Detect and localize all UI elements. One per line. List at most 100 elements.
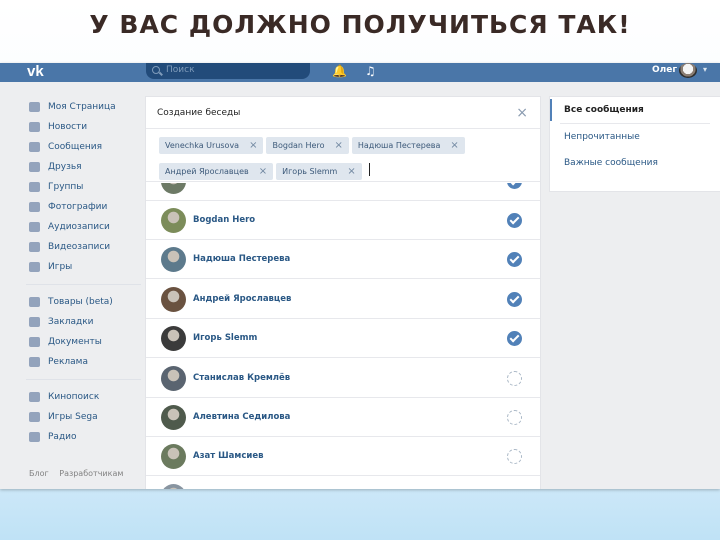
list-item[interactable]: Игорь Slemm bbox=[146, 319, 540, 358]
home-icon bbox=[29, 102, 40, 112]
filter-all-messages[interactable]: Все сообщения bbox=[550, 97, 720, 123]
camera-icon bbox=[29, 202, 40, 212]
checked-icon[interactable] bbox=[507, 183, 522, 189]
panel-title: Создание беседы bbox=[157, 108, 241, 118]
sidebar-item-label: Новости bbox=[48, 122, 88, 132]
list-item[interactable] bbox=[146, 477, 540, 489]
vk-logo[interactable]: vk bbox=[27, 63, 44, 82]
sidebar-item[interactable]: Аудиозаписи bbox=[26, 217, 141, 237]
close-icon[interactable]: × bbox=[334, 140, 342, 151]
filter-important[interactable]: Важные сообщения bbox=[550, 150, 720, 176]
sidebar-item[interactable]: Документы bbox=[26, 332, 141, 352]
sidebar-item-label: Видеозаписи bbox=[48, 242, 111, 252]
chip-label: Надюша Пестерева bbox=[357, 141, 441, 150]
member-chip[interactable]: Игорь Slemm × bbox=[276, 163, 362, 180]
member-chip[interactable]: Андрей Ярославцев × bbox=[159, 163, 274, 180]
sidebar-item-label: Друзья bbox=[48, 162, 82, 172]
sidebar-item-label: Реклама bbox=[48, 357, 88, 367]
app-grid-icon bbox=[29, 432, 40, 442]
sidebar-item-label: Кинопоиск bbox=[48, 392, 100, 402]
member-chip[interactable]: Venechka Urusova × bbox=[159, 137, 264, 154]
sidebar-item-label: Группы bbox=[48, 182, 84, 192]
close-icon[interactable]: × bbox=[259, 166, 267, 177]
member-chip[interactable]: Bogdan Hero × bbox=[266, 137, 349, 154]
sidebar-item[interactable]: Группы bbox=[26, 177, 141, 197]
close-icon[interactable]: × bbox=[516, 97, 528, 129]
sidebar-item[interactable]: Радио bbox=[26, 427, 141, 447]
chip-label: Игорь Slemm bbox=[282, 167, 338, 176]
list-item[interactable]: Станислав Кремлёв bbox=[146, 359, 540, 398]
news-icon bbox=[29, 122, 40, 132]
search-input[interactable]: Поиск bbox=[146, 63, 310, 79]
sidebar-item-label: Радио bbox=[48, 432, 77, 442]
create-conversation-panel: Создание беседы × Venechka Urusova × Bogda… bbox=[146, 97, 540, 489]
checked-icon[interactable] bbox=[507, 331, 522, 346]
gamepad-icon bbox=[29, 262, 40, 272]
text-cursor bbox=[368, 163, 370, 176]
list-item[interactable]: Азат Шамсиев bbox=[146, 437, 540, 476]
app-grid-icon bbox=[29, 412, 40, 422]
list-item[interactable]: Алевтина Седилова bbox=[146, 398, 540, 437]
unchecked-icon[interactable] bbox=[507, 449, 522, 464]
panel-header: Создание беседы × bbox=[146, 97, 540, 129]
chevron-down-icon[interactable]: ▾ bbox=[703, 63, 707, 77]
list-item[interactable]: Надюша Пестерева bbox=[146, 240, 540, 279]
avatar[interactable] bbox=[679, 63, 697, 78]
sidebar-item-label: Документы bbox=[48, 337, 102, 347]
sidebar-item-label: Товары (beta) bbox=[48, 297, 113, 307]
checked-icon[interactable] bbox=[507, 292, 522, 307]
sidebar-item[interactable]: Моя Страница bbox=[26, 97, 141, 117]
chip-label: Venechka Urusova bbox=[165, 141, 240, 150]
avatar bbox=[161, 326, 186, 351]
filter-unread[interactable]: Непрочитанные bbox=[550, 124, 720, 150]
sidebar-item-label: Аудиозаписи bbox=[48, 222, 110, 232]
sidebar-item[interactable]: Кинопоиск bbox=[26, 387, 141, 407]
avatar bbox=[161, 287, 186, 312]
close-icon[interactable]: × bbox=[450, 140, 458, 151]
music-icon[interactable]: ♫ bbox=[365, 63, 376, 79]
sidebar-item[interactable]: Видеозаписи bbox=[26, 237, 141, 257]
avatar bbox=[161, 444, 186, 469]
sidebar-item-label: Закладки bbox=[48, 317, 94, 327]
slide-title: У ВАС ДОЛЖНО ПОЛУЧИТЬСЯ ТАК! bbox=[89, 10, 631, 39]
bell-icon[interactable]: 🔔 bbox=[332, 63, 347, 79]
friends-icon bbox=[29, 162, 40, 172]
unchecked-icon[interactable] bbox=[507, 410, 522, 425]
selected-members[interactable]: Venechka Urusova × Bogdan Hero × Надюша Пест… bbox=[146, 129, 540, 182]
sidebar-item[interactable]: Игры Sega bbox=[26, 407, 141, 427]
member-name: Андрей Ярославцев bbox=[193, 294, 292, 304]
music-icon bbox=[29, 222, 40, 232]
sidebar-item[interactable]: Друзья bbox=[26, 157, 141, 177]
list-item[interactable] bbox=[146, 183, 540, 201]
sidebar-item[interactable]: Закладки bbox=[26, 312, 141, 332]
unchecked-icon[interactable] bbox=[507, 371, 522, 386]
avatar bbox=[161, 366, 186, 391]
vk-screenshot: vk Поиск 🔔 ♫ Олег ▾ Моя Страница Новости С… bbox=[0, 63, 720, 489]
search-placeholder: Поиск bbox=[166, 65, 195, 75]
avatar bbox=[161, 405, 186, 430]
list-item[interactable]: Андрей Ярославцев bbox=[146, 280, 540, 319]
sidebar-item[interactable]: Новости bbox=[26, 117, 141, 137]
checked-icon[interactable] bbox=[507, 213, 522, 228]
close-icon[interactable]: × bbox=[347, 166, 355, 177]
sidebar-item[interactable]: Игры bbox=[26, 257, 141, 277]
list-item[interactable]: Bogdan Hero bbox=[146, 201, 540, 240]
sidebar-item[interactable]: Сообщения bbox=[26, 137, 141, 157]
sidebar-item[interactable]: Товары (beta) bbox=[26, 292, 141, 312]
user-name[interactable]: Олег bbox=[652, 63, 677, 79]
sidebar-footer: Блог Разработчикам bbox=[29, 469, 131, 478]
close-icon[interactable]: × bbox=[249, 140, 257, 151]
sidebar: Моя Страница Новости Сообщения Друзья Группы… bbox=[26, 97, 141, 447]
sidebar-item[interactable]: Реклама bbox=[26, 352, 141, 372]
member-name: Игорь Slemm bbox=[193, 333, 258, 343]
member-chip[interactable]: Надюша Пестерева × bbox=[351, 137, 465, 154]
footer-link-developers[interactable]: Разработчикам bbox=[59, 469, 123, 478]
member-name: Надюша Пестерева bbox=[193, 254, 291, 264]
checked-icon[interactable] bbox=[507, 252, 522, 267]
messages-icon bbox=[29, 142, 40, 152]
sidebar-item[interactable]: Фотографии bbox=[26, 197, 141, 217]
footer-link-blog[interactable]: Блог bbox=[29, 469, 49, 478]
messages-filter-menu: Все сообщения Непрочитанные Важные сообщ… bbox=[550, 97, 720, 191]
sidebar-item-label: Моя Страница bbox=[48, 102, 116, 112]
sidebar-divider bbox=[26, 379, 141, 380]
